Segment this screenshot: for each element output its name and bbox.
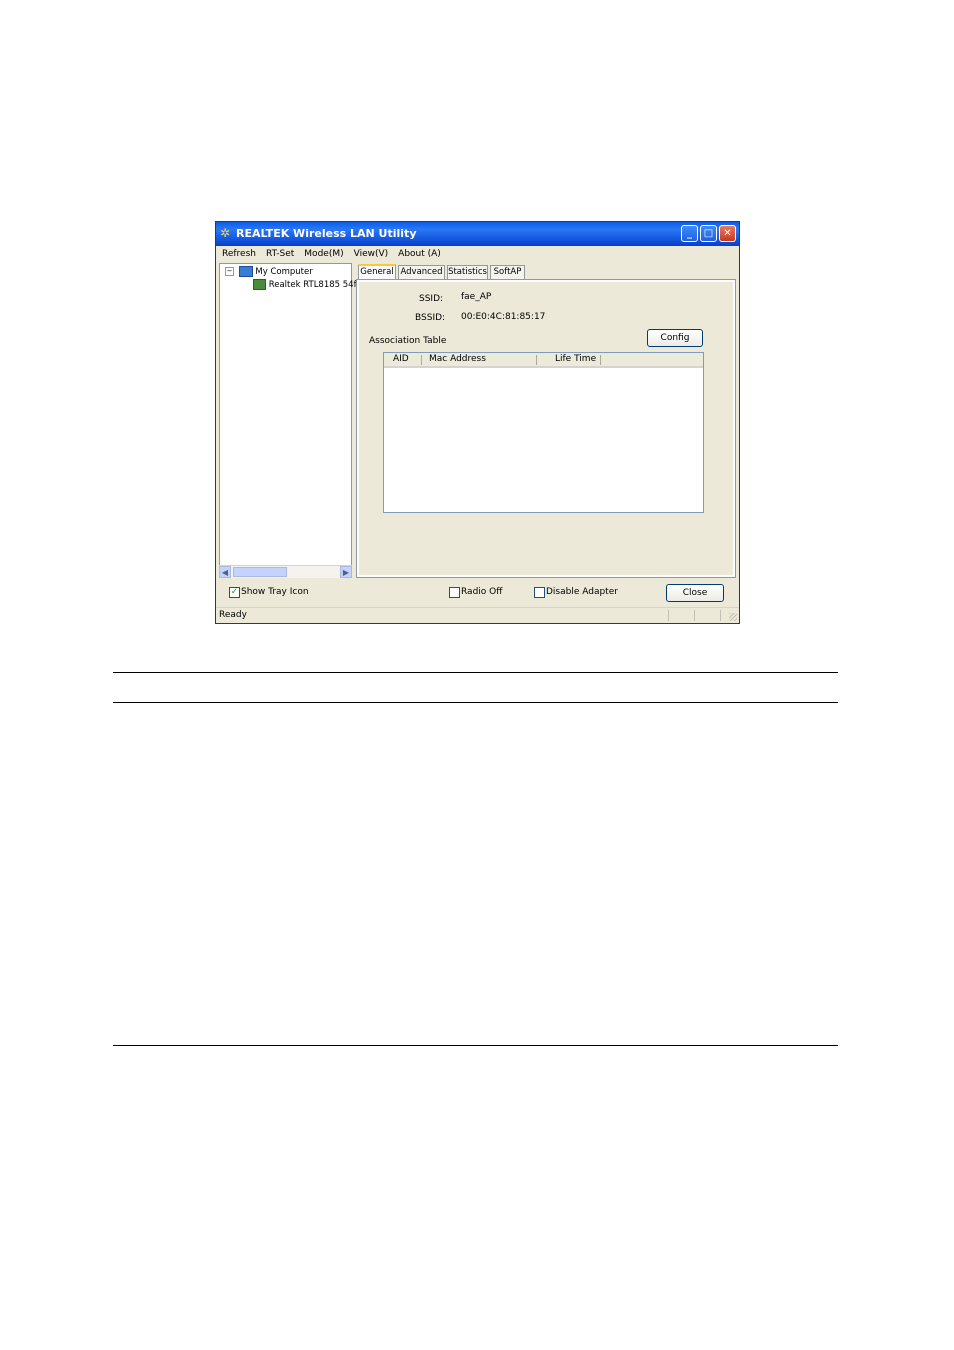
association-table-label: Association Table bbox=[369, 336, 447, 346]
bssid-value: 00:E0:4C:81:85:17 bbox=[461, 312, 546, 322]
column-separator[interactable] bbox=[421, 355, 422, 365]
collapse-icon[interactable]: − bbox=[225, 267, 234, 276]
column-separator[interactable] bbox=[536, 355, 537, 365]
status-text: Ready bbox=[219, 610, 247, 620]
wlan-utility-window: ✲ REALTEK Wireless LAN Utility _ □ ✕ Ref… bbox=[215, 221, 740, 624]
tab-softap[interactable]: SoftAP bbox=[490, 265, 525, 279]
disable-adapter-checkbox[interactable] bbox=[534, 587, 545, 598]
show-tray-icon-checkbox[interactable]: ✓ bbox=[229, 587, 240, 598]
bottom-bar: ✓ Show Tray Icon Radio Off Disable Adapt… bbox=[216, 580, 739, 606]
scroll-thumb[interactable] bbox=[233, 567, 287, 577]
ssid-label: SSID: bbox=[419, 294, 444, 304]
scroll-left-icon[interactable]: ◀ bbox=[219, 566, 231, 578]
column-aid[interactable]: AID bbox=[393, 354, 409, 364]
realtek-app-icon: ✲ bbox=[220, 226, 231, 240]
resize-grip-icon[interactable] bbox=[729, 613, 737, 621]
menu-view[interactable]: View(V) bbox=[354, 249, 389, 259]
tab-general[interactable]: General bbox=[358, 264, 396, 280]
status-bar: Ready bbox=[216, 607, 739, 623]
disable-adapter-label[interactable]: Disable Adapter bbox=[546, 587, 618, 597]
tree-label-my-computer: My Computer bbox=[255, 267, 313, 277]
scroll-right-icon[interactable]: ▶ bbox=[340, 566, 352, 578]
tree-item-adapter[interactable]: Realtek RTL8185 54f bbox=[253, 279, 357, 290]
tree-label-adapter: Realtek RTL8185 54f bbox=[268, 280, 357, 290]
ssid-value: fae_AP bbox=[461, 292, 492, 302]
status-separator bbox=[668, 610, 669, 621]
radio-off-label[interactable]: Radio Off bbox=[461, 587, 502, 597]
tab-advanced[interactable]: Advanced bbox=[398, 265, 445, 279]
bssid-label: BSSID: bbox=[415, 313, 446, 323]
title-bar[interactable]: ✲ REALTEK Wireless LAN Utility _ □ ✕ bbox=[216, 222, 739, 246]
radio-off-checkbox[interactable] bbox=[449, 587, 460, 598]
association-table[interactable]: AID Mac Address Life Time bbox=[383, 352, 704, 513]
status-separator bbox=[694, 610, 695, 621]
table-header: AID Mac Address Life Time bbox=[384, 353, 703, 368]
column-mac-address[interactable]: Mac Address bbox=[429, 354, 486, 364]
show-tray-icon-label[interactable]: Show Tray Icon bbox=[241, 587, 309, 597]
status-separator bbox=[720, 610, 721, 621]
tree-item-my-computer[interactable]: − My Computer bbox=[225, 266, 313, 277]
tab-statistics[interactable]: Statistics bbox=[447, 265, 488, 279]
network-adapter-icon bbox=[253, 279, 266, 290]
menu-refresh[interactable]: Refresh bbox=[222, 249, 256, 259]
config-button[interactable]: Config bbox=[647, 329, 703, 347]
close-button[interactable]: Close bbox=[666, 584, 724, 602]
device-tree[interactable]: − My Computer Realtek RTL8185 54f bbox=[219, 263, 357, 578]
divider-line bbox=[113, 672, 838, 673]
menu-mode[interactable]: Mode(M) bbox=[304, 249, 343, 259]
minimize-button[interactable]: _ bbox=[681, 225, 698, 242]
menu-rt-set[interactable]: RT-Set bbox=[266, 249, 294, 259]
window-title: REALTEK Wireless LAN Utility bbox=[236, 227, 417, 240]
maximize-button[interactable]: □ bbox=[700, 225, 717, 242]
close-window-button[interactable]: ✕ bbox=[719, 225, 736, 242]
column-life-time[interactable]: Life Time bbox=[555, 354, 596, 364]
menu-about[interactable]: About (A) bbox=[398, 249, 441, 259]
menu-bar: Refresh RT-Set Mode(M) View(V) About (A) bbox=[216, 246, 739, 261]
column-separator[interactable] bbox=[600, 355, 601, 365]
divider-line bbox=[113, 1045, 838, 1046]
computer-icon bbox=[238, 266, 253, 277]
tree-horizontal-scrollbar[interactable]: ◀ ▶ bbox=[219, 565, 352, 578]
divider-line bbox=[113, 702, 838, 703]
